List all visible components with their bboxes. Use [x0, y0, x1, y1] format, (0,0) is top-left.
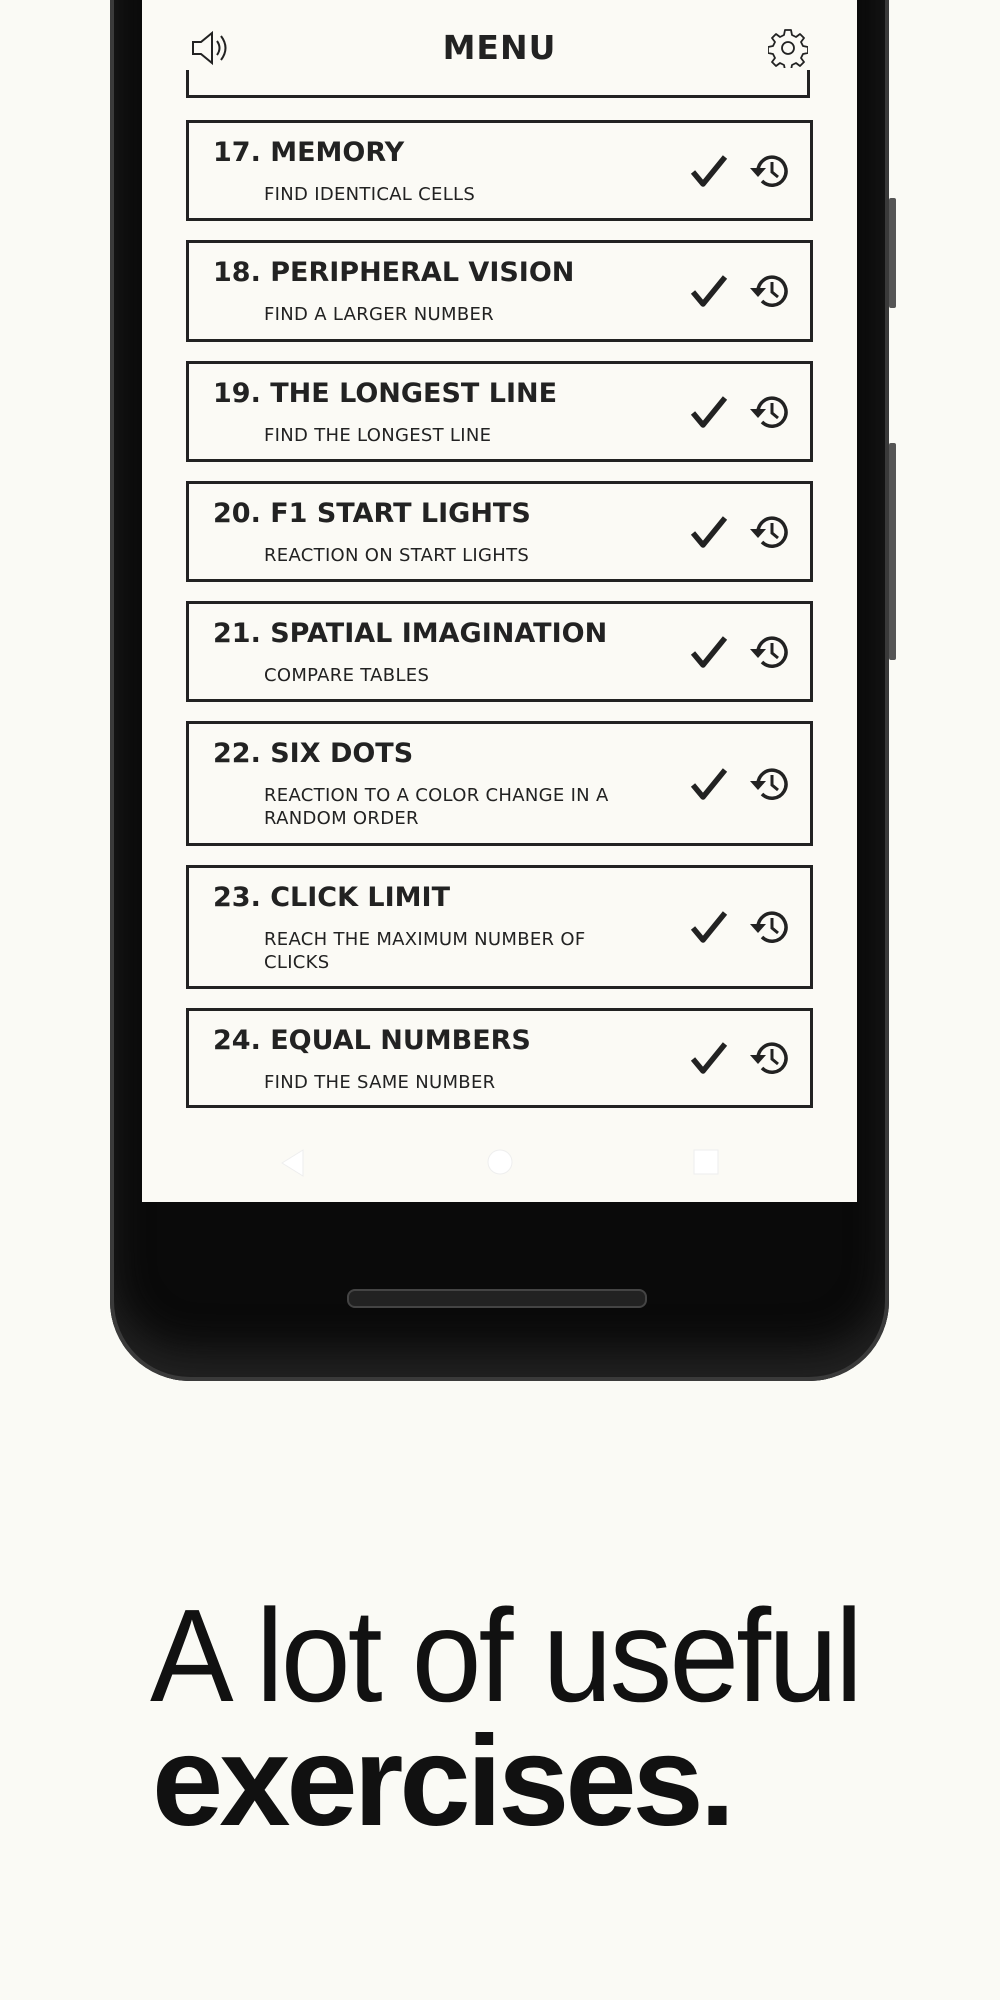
- history-icon[interactable]: [748, 512, 792, 552]
- history-icon[interactable]: [748, 151, 792, 191]
- check-icon: [690, 515, 728, 548]
- exercise-card[interactable]: 23. CLICK LIMIT REACH THE MAXIMUM NUMBER…: [186, 865, 813, 989]
- exercise-title: 23. CLICK LIMIT: [213, 882, 451, 913]
- page-title: MENU: [442, 28, 557, 67]
- history-icon[interactable]: [748, 764, 792, 804]
- phone-volume-button: [889, 198, 896, 308]
- exercise-subtitle: FIND THE LONGEST LINE: [264, 425, 492, 446]
- nav-recents-icon[interactable]: [692, 1148, 720, 1176]
- phone-speaker-grille: [347, 1289, 647, 1308]
- exercise-subtitle: REACTION TO A COLOR CHANGE IN A RANDOM O…: [264, 785, 609, 829]
- check-icon: [690, 154, 728, 187]
- check-icon: [690, 767, 728, 800]
- history-icon[interactable]: [748, 1038, 792, 1078]
- exercise-card[interactable]: 24. EQUAL NUMBERS FIND THE SAME NUMBER: [186, 1008, 813, 1108]
- exercise-title: 22. SIX DOTS: [213, 738, 414, 769]
- exercise-card[interactable]: 22. SIX DOTS REACTION TO A COLOR CHANGE …: [186, 721, 813, 846]
- exercise-title: 19. THE LONGEST LINE: [213, 378, 558, 409]
- exercise-subtitle: FIND THE SAME NUMBER: [264, 1072, 496, 1093]
- history-icon[interactable]: [748, 271, 792, 311]
- exercise-card[interactable]: 17. MEMORY FIND IDENTICAL CELLS: [186, 120, 813, 221]
- check-icon: [690, 395, 728, 428]
- phone-power-button: [889, 443, 896, 660]
- check-icon: [690, 911, 728, 943]
- check-icon: [690, 635, 728, 668]
- exercise-subtitle: FIND A LARGER NUMBER: [264, 304, 494, 325]
- tagline-line2: exercises.: [152, 1710, 735, 1853]
- exercise-subtitle: FIND IDENTICAL CELLS: [264, 184, 476, 205]
- history-icon[interactable]: [748, 392, 792, 432]
- check-icon: [690, 275, 728, 307]
- gear-icon[interactable]: [768, 28, 808, 68]
- nav-back-icon[interactable]: [278, 1148, 308, 1178]
- nav-home-icon[interactable]: [486, 1148, 514, 1176]
- check-icon: [690, 1042, 728, 1074]
- exercise-title: 20. F1 START LIGHTS: [213, 498, 531, 529]
- history-icon[interactable]: [748, 907, 792, 947]
- exercise-subtitle: REACTION ON START LIGHTS: [264, 545, 530, 566]
- exercise-card[interactable]: 18. PERIPHERAL VISION FIND A LARGER NUMB…: [186, 240, 813, 342]
- exercise-title: 18. PERIPHERAL VISION: [213, 257, 575, 288]
- exercise-title: 17. MEMORY: [213, 137, 405, 168]
- exercise-subtitle: REACH THE MAXIMUM NUMBER OF CLICKS: [264, 929, 586, 973]
- previous-exercise-card-partial[interactable]: [186, 70, 810, 98]
- history-icon[interactable]: [748, 632, 792, 672]
- exercise-title: 24. EQUAL NUMBERS: [213, 1025, 531, 1056]
- app-screen: MENU 17. MEMORY FIND IDENTICAL CELLS 18.…: [142, 0, 857, 1202]
- exercise-card[interactable]: 21. SPATIAL IMAGINATION COMPARE TABLES: [186, 601, 813, 702]
- exercise-card[interactable]: 19. THE LONGEST LINE FIND THE LONGEST LI…: [186, 361, 813, 462]
- exercise-subtitle: COMPARE TABLES: [264, 665, 430, 686]
- exercise-title: 21. SPATIAL IMAGINATION: [213, 618, 608, 649]
- exercise-card[interactable]: 20. F1 START LIGHTS REACTION ON START LI…: [186, 481, 813, 582]
